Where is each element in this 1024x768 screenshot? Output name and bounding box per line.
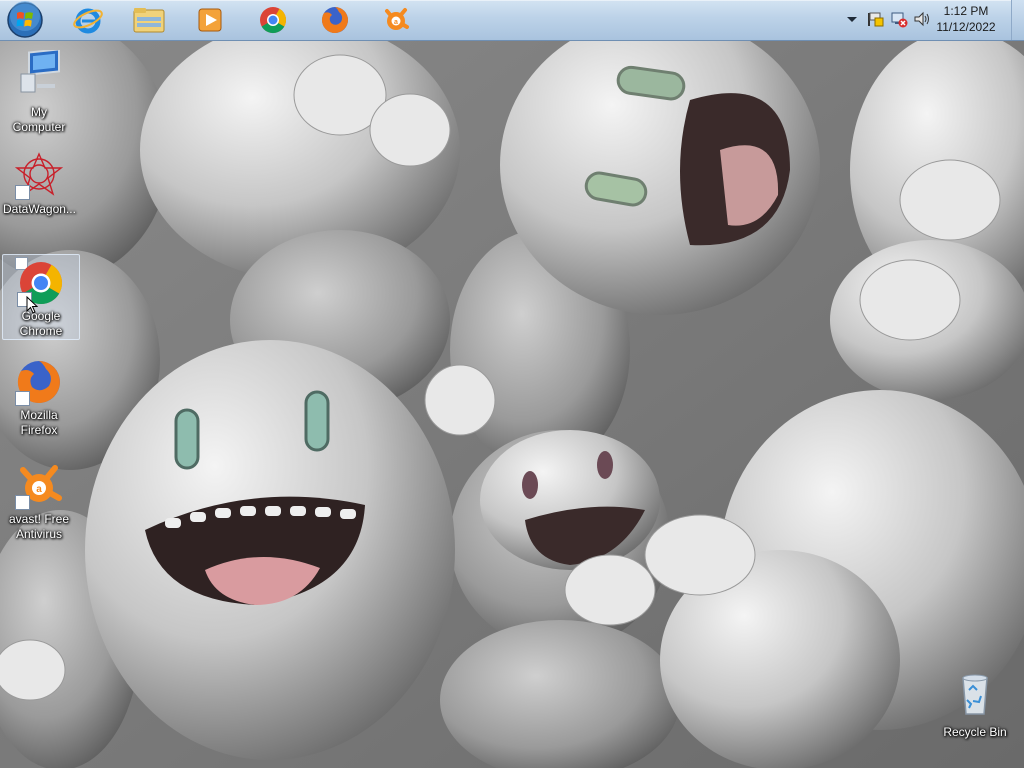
firefox-icon — [321, 7, 348, 33]
taskbar-media-player[interactable] — [188, 2, 232, 38]
svg-text:a: a — [36, 484, 42, 495]
shortcut-arrow-icon — [15, 495, 30, 510]
desktop-icon-recycle-bin[interactable]: Recycle Bin — [937, 670, 1013, 740]
desktop-icon-label: avast! Free Antivirus — [8, 512, 70, 541]
desktop-icon-google-chrome[interactable]: Google Chrome — [2, 254, 80, 340]
desktop-icon-label: Google Chrome — [19, 309, 63, 338]
desktop-icon-my-computer[interactable]: My Computer — [1, 48, 77, 135]
taskbar-avast[interactable]: a — [374, 2, 418, 38]
computer-icon — [20, 48, 60, 93]
taskbar: a 1:12 PM 11/12/2022 — [0, 0, 1024, 41]
chrome-icon — [260, 7, 287, 34]
file-explorer-icon — [133, 8, 165, 33]
internet-explorer-icon — [73, 8, 103, 34]
mouse-cursor-icon — [26, 296, 38, 314]
desktop-icon-label: DataWagon... — [3, 202, 76, 216]
show-desktop-button[interactable] — [1011, 0, 1024, 40]
action-center-flag-icon[interactable] — [866, 10, 884, 28]
taskbar-file-explorer[interactable] — [127, 2, 171, 38]
desktop-icon-label: Recycle Bin — [943, 725, 1007, 739]
svg-text:a: a — [394, 19, 398, 26]
desktop-icon-avast-antivirus[interactable]: a avast! Free Antivirus — [1, 462, 77, 542]
clock-date: 11/12/2022 — [936, 20, 996, 34]
taskbar-chrome[interactable] — [251, 2, 295, 38]
recycle-bin-icon — [962, 674, 988, 715]
taskbar-firefox[interactable] — [313, 2, 357, 38]
shortcut-arrow-icon — [15, 391, 30, 406]
avast-icon: a — [385, 8, 409, 30]
desktop-icon-label: My Computer — [12, 105, 66, 134]
show-hidden-icons-chevron[interactable] — [843, 10, 861, 28]
clock-time: 1:12 PM — [943, 4, 989, 18]
desktop-icon-mozilla-firefox[interactable]: Mozilla Firefox — [1, 358, 77, 438]
desktop-wallpaper — [0, 0, 1024, 768]
taskbar-internet-explorer[interactable] — [66, 2, 110, 38]
shortcut-arrow-icon — [15, 185, 30, 200]
media-player-icon — [198, 8, 222, 32]
desktop-icon-label: Mozilla Firefox — [20, 408, 58, 437]
start-button[interactable] — [6, 1, 44, 39]
desktop-icon-datawagon[interactable]: DataWagon... — [1, 152, 77, 217]
system-clock[interactable]: 1:12 PM 11/12/2022 — [926, 3, 1006, 35]
network-disconnected-icon[interactable] — [890, 10, 908, 28]
